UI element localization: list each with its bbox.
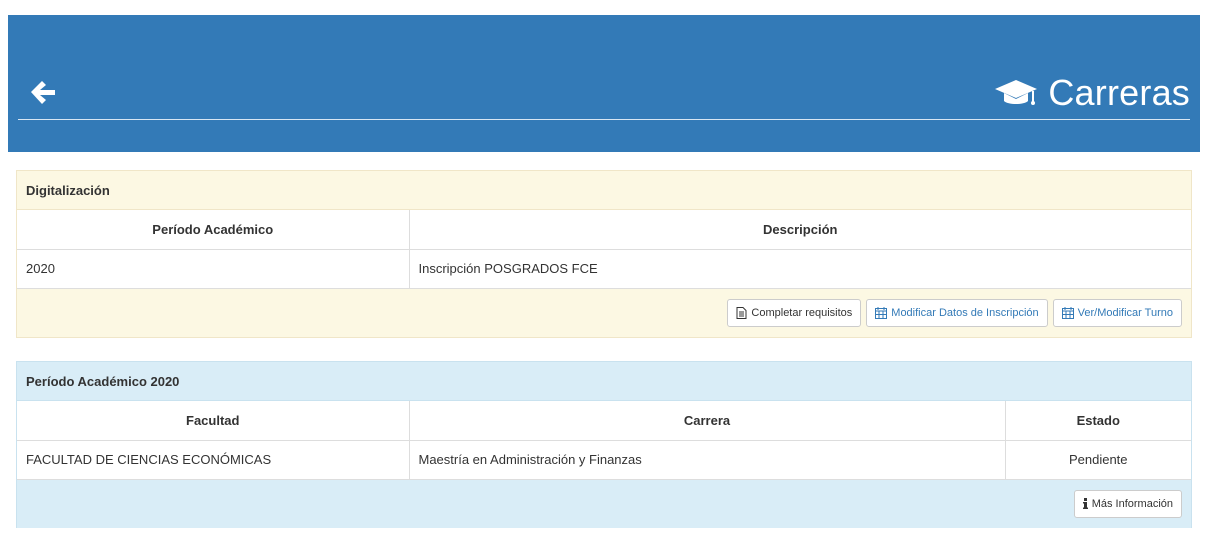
mas-informacion-button[interactable]: Más Información: [1073, 489, 1182, 518]
calendar-icon: [875, 306, 888, 319]
carreras-table: Facultad Carrera Estado FACULTAD DE CIEN…: [17, 401, 1191, 480]
panel-heading: Período Académico 2020: [17, 362, 1191, 401]
panel-footer: Más Información: [17, 479, 1191, 528]
table-cell: Maestría en Administración y Finanzas: [409, 440, 1006, 480]
column-header: Estado: [1005, 401, 1191, 441]
modificar-datos-button[interactable]: Modificar Datos de Inscripción: [866, 298, 1048, 327]
status-cell: Pendiente: [1005, 440, 1191, 480]
table-cell: 2020: [17, 249, 410, 289]
table-cell: Inscripción POSGRADOS FCE: [409, 249, 1191, 289]
arrow-left-icon: [31, 81, 55, 104]
panel-heading: Digitalización: [17, 171, 1191, 210]
page-title-text: Carreras: [1048, 72, 1190, 113]
back-button[interactable]: [28, 77, 58, 107]
info-icon: [1082, 498, 1088, 509]
page-title: Carreras: [994, 72, 1190, 113]
file-text-icon: [736, 306, 747, 319]
periodo-academico-panel: Período Académico 2020 Facultad Carrera …: [16, 361, 1192, 528]
table-row: 2020 Inscripción POSGRADOS FCE: [17, 249, 1191, 289]
completar-requisitos-button[interactable]: Completar requisitos: [727, 298, 862, 327]
calendar-icon: [1061, 306, 1074, 319]
digitalizacion-table: Período Académico Descripción 2020 Inscr…: [17, 210, 1191, 289]
button-label: Completar requisitos: [751, 306, 853, 319]
button-label: Más Información: [1091, 497, 1173, 510]
table-cell: FACULTAD DE CIENCIAS ECONÓMICAS: [17, 440, 410, 480]
column-header: Carrera: [409, 401, 1006, 441]
digitalizacion-panel: Digitalización Período Académico Descrip…: [16, 170, 1192, 338]
column-header: Descripción: [409, 210, 1191, 250]
button-label: Modificar Datos de Inscripción: [891, 306, 1039, 319]
column-header: Período Académico: [17, 210, 410, 250]
table-row: FACULTAD DE CIENCIAS ECONÓMICAS Maestría…: [17, 440, 1191, 480]
graduation-cap-icon: [995, 80, 1038, 105]
panel-footer: Completar requisitos Modificar Datos de …: [17, 288, 1191, 337]
column-header: Facultad: [17, 401, 410, 441]
ver-modificar-turno-button[interactable]: Ver/Modificar Turno: [1052, 298, 1182, 327]
header-divider: [18, 119, 1190, 120]
page-header: Carreras: [8, 15, 1200, 152]
button-label: Ver/Modificar Turno: [1077, 306, 1173, 319]
